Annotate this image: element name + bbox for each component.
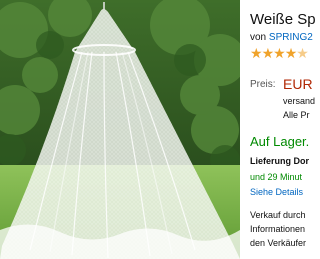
brand-line: von SPRING2	[250, 32, 313, 43]
star-icon: ★	[261, 45, 275, 61]
shipping-text: versand	[283, 96, 315, 106]
brand-prefix: von	[250, 32, 267, 43]
details-link[interactable]: Siehe Details	[250, 187, 303, 197]
star-rating[interactable]: ★★★★★	[250, 45, 309, 62]
product-image[interactable]	[0, 0, 240, 259]
star-icon: ★	[250, 45, 263, 61]
stock-status: Auf Lager.	[250, 134, 310, 149]
star-icon: ★	[273, 45, 286, 61]
seller-line-2: Informationen	[250, 224, 306, 234]
star-icon: ★	[284, 45, 298, 61]
seller-line-3: den Verkäufer	[250, 238, 307, 248]
prime-text: Alle Pr	[283, 110, 310, 120]
seller-line-1: Verkauf durch	[250, 210, 306, 220]
product-title[interactable]: Weiße Sp	[250, 11, 315, 28]
delivery-time: und 29 Minut	[250, 172, 303, 182]
brand-link[interactable]: SPRING2	[269, 32, 313, 43]
delivery-label: Lieferung Dor	[250, 156, 310, 166]
price-label: Preis:	[250, 79, 276, 90]
mosquito-net-photo	[0, 0, 240, 259]
product-info-panel: Weiße Sp von SPRING2 ★★★★★ Preis: EUR ve…	[250, 0, 315, 259]
half-star-icon: ★	[296, 45, 309, 61]
price-value: EUR	[283, 76, 313, 92]
